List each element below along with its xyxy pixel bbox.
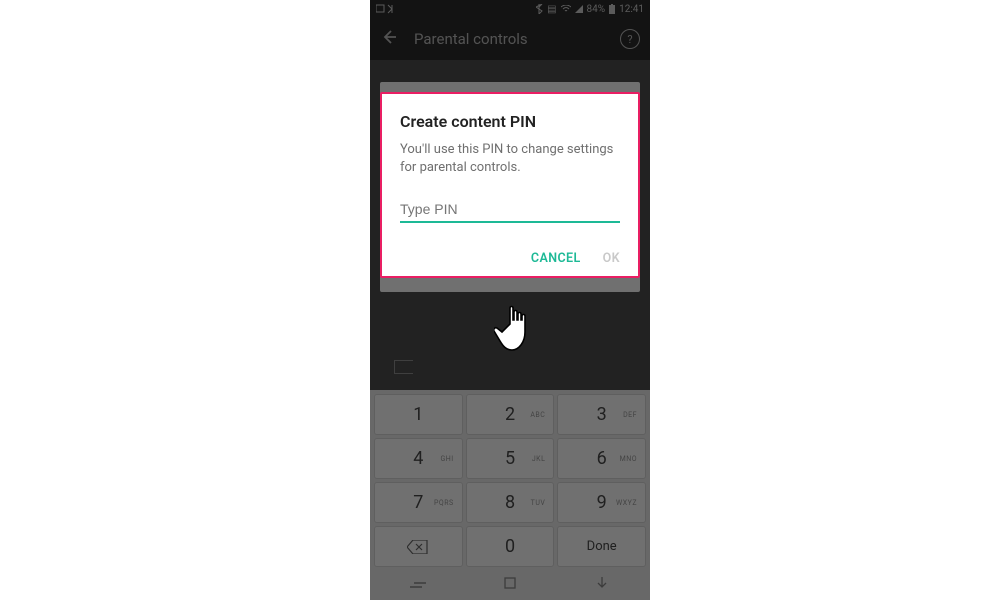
pin-input[interactable] xyxy=(400,197,620,223)
cancel-button[interactable]: CANCEL xyxy=(531,251,581,266)
phone-frame: ▤ 84% 12:41 Parental controls ? xyxy=(370,0,650,600)
ok-button[interactable]: OK xyxy=(603,251,620,266)
scrim xyxy=(370,0,650,600)
create-pin-dialog: Create content PIN You'll use this PIN t… xyxy=(380,92,640,278)
dialog-title: Create content PIN xyxy=(400,112,620,131)
dialog-body: You'll use this PIN to change settings f… xyxy=(400,141,620,177)
